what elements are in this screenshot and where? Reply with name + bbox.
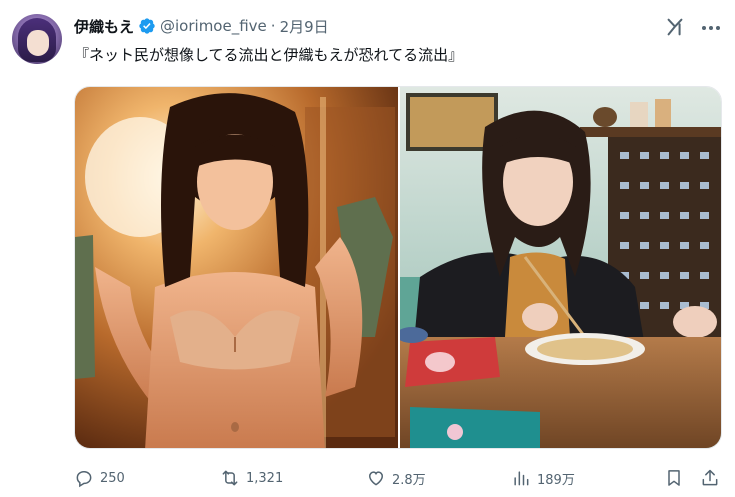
reply-icon bbox=[76, 471, 92, 488]
like-button[interactable]: 2.8万 bbox=[366, 466, 426, 490]
tweet-card[interactable]: 伊織もえ @iorimoe_five · 2月9日 『ネット民が想像してる流出と… bbox=[0, 0, 735, 497]
share-button[interactable] bbox=[700, 466, 720, 490]
retweet-icon bbox=[222, 470, 238, 486]
verified-badge-icon bbox=[139, 18, 155, 34]
retweet-count: 1,321 bbox=[246, 470, 284, 486]
photo-left-image bbox=[75, 87, 398, 448]
grok-icon[interactable] bbox=[664, 16, 686, 38]
more-dot bbox=[709, 26, 713, 30]
views-chart-icon bbox=[514, 471, 529, 486]
avatar-face bbox=[27, 30, 49, 56]
media-grid bbox=[74, 86, 722, 449]
photo-right-image bbox=[400, 87, 721, 448]
reply-count: 250 bbox=[100, 470, 125, 486]
reply-button[interactable]: 250 bbox=[74, 466, 125, 490]
share-icon bbox=[702, 469, 718, 486]
retweet-button[interactable]: 1,321 bbox=[220, 466, 283, 490]
author-handle[interactable]: @iorimoe_five bbox=[160, 17, 267, 35]
action-bar: 250 1,321 2.8万 189万 bbox=[74, 466, 722, 490]
like-count: 2.8万 bbox=[392, 472, 426, 488]
photo-right[interactable] bbox=[400, 87, 721, 448]
tweet-text: 『ネット民が想像してる流出と伊織もえが恐れてる流出』 bbox=[74, 46, 464, 64]
more-dot bbox=[716, 26, 720, 30]
bookmark-icon bbox=[668, 470, 680, 486]
heart-icon bbox=[368, 471, 384, 486]
more-dot bbox=[702, 26, 706, 30]
tweet-header: 伊織もえ @iorimoe_five · 2月9日 bbox=[74, 14, 329, 38]
more-options-icon[interactable] bbox=[700, 18, 722, 38]
separator-dot: · bbox=[270, 17, 276, 35]
tweet-date[interactable]: 2月9日 bbox=[280, 16, 329, 37]
display-name[interactable]: 伊織もえ bbox=[74, 16, 134, 37]
photo-left[interactable] bbox=[75, 87, 398, 448]
view-count: 189万 bbox=[537, 472, 575, 488]
bookmark-button[interactable] bbox=[664, 466, 684, 490]
views-button[interactable]: 189万 bbox=[511, 466, 575, 490]
avatar[interactable] bbox=[12, 14, 62, 64]
